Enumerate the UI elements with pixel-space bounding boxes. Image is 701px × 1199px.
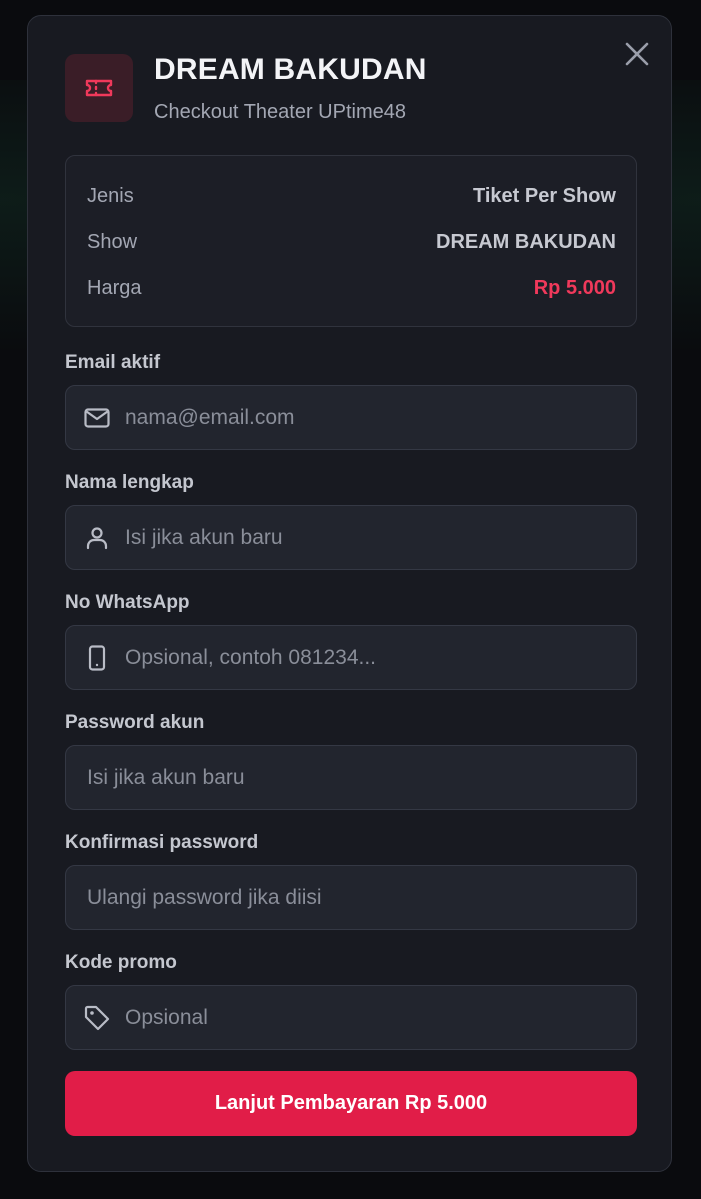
confirm-password-field[interactable] xyxy=(66,866,636,929)
close-button[interactable] xyxy=(621,38,653,70)
promo-code-field[interactable] xyxy=(111,986,636,1049)
ticket-icon xyxy=(85,79,113,97)
page-subtitle: Checkout Theater UPtime48 xyxy=(154,101,406,123)
whatsapp-field[interactable] xyxy=(111,626,636,689)
continue-payment-button[interactable]: Lanjut Pembayaran Rp 5.000 xyxy=(65,1071,637,1136)
order-summary: Jenis Tiket Per Show Show DREAM BAKUDAN … xyxy=(65,155,637,327)
whatsapp-field-box xyxy=(65,625,637,690)
summary-row-jenis: Jenis Tiket Per Show xyxy=(87,181,616,211)
password-field-box xyxy=(65,745,637,810)
phone-icon xyxy=(83,644,111,672)
summary-value: DREAM BAKUDAN xyxy=(436,230,616,253)
mail-icon xyxy=(83,404,111,432)
promo-field-box xyxy=(65,985,637,1050)
confirm-password-field-box xyxy=(65,865,637,930)
header-icon-box xyxy=(65,54,133,122)
whatsapp-label: No WhatsApp xyxy=(65,592,190,613)
confirm-password-label: Konfirmasi password xyxy=(65,832,259,853)
password-label: Password akun xyxy=(65,712,205,733)
name-label: Nama lengkap xyxy=(65,472,194,493)
password-field[interactable] xyxy=(66,746,636,809)
summary-label: Harga xyxy=(87,276,142,299)
summary-label: Show xyxy=(87,230,138,253)
name-field[interactable] xyxy=(111,506,636,569)
summary-value: Tiket Per Show xyxy=(472,184,616,207)
email-label: Email aktif xyxy=(65,352,161,373)
user-icon xyxy=(83,524,111,552)
email-field-box xyxy=(65,385,637,450)
summary-row-show: Show DREAM BAKUDAN xyxy=(87,227,616,257)
close-icon xyxy=(625,42,649,66)
name-field-box xyxy=(65,505,637,570)
summary-price: Rp 5.000 xyxy=(533,276,616,299)
tag-icon xyxy=(83,1004,111,1032)
checkout-modal: DREAM BAKUDAN Checkout Theater UPtime48 … xyxy=(27,15,672,1172)
page-title: DREAM BAKUDAN xyxy=(154,53,427,86)
summary-row-harga: Harga Rp 5.000 xyxy=(87,273,616,303)
email-field[interactable] xyxy=(111,386,636,449)
promo-label: Kode promo xyxy=(65,952,177,973)
summary-label: Jenis xyxy=(87,184,134,207)
